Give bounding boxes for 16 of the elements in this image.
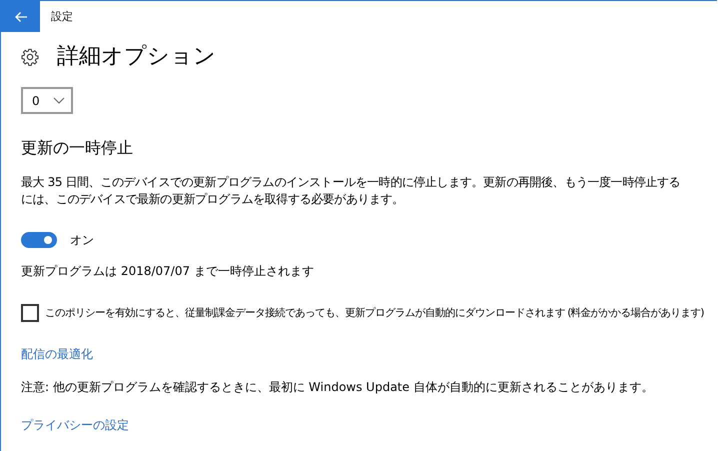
window-title: 設定: [51, 9, 73, 24]
checkbox[interactable]: [21, 304, 39, 322]
days-dropdown[interactable]: 0: [21, 87, 73, 114]
checkbox-label: このポリシーを有効にすると、従量制課金データ接続であっても、更新プログラムが自動的にダウンロードされます (料金がかかる場合があります): [45, 306, 704, 320]
page-title: 詳細オプション: [57, 43, 216, 71]
pause-status-text: 更新プログラムは 2018/07/07 まで一時停止されます: [21, 263, 315, 280]
delivery-optimization-link[interactable]: 配信の最適化: [21, 346, 93, 363]
description-text: 最大 35 日間、このデバイスでの更新プログラムのインストールを一時的に停止します。更新の再開後、もう一度一時停止するには、このデバイスで最新の更新プログラムを取得する必要があります。: [21, 174, 682, 208]
note-text: 注意: 他の更新プログラムを確認するときに、最初に Windows Update 自体が自動的に更新されることがあります。: [21, 379, 654, 396]
privacy-settings-link[interactable]: プライバシーの設定: [21, 417, 129, 434]
settings-icon: [21, 48, 39, 66]
toggle-switch[interactable]: [21, 232, 57, 248]
back-arrow-icon: [14, 10, 28, 22]
chevron-down-icon: [53, 97, 65, 104]
section-heading: 更新の一時停止: [21, 137, 134, 159]
toggle-label: オン: [70, 232, 94, 248]
